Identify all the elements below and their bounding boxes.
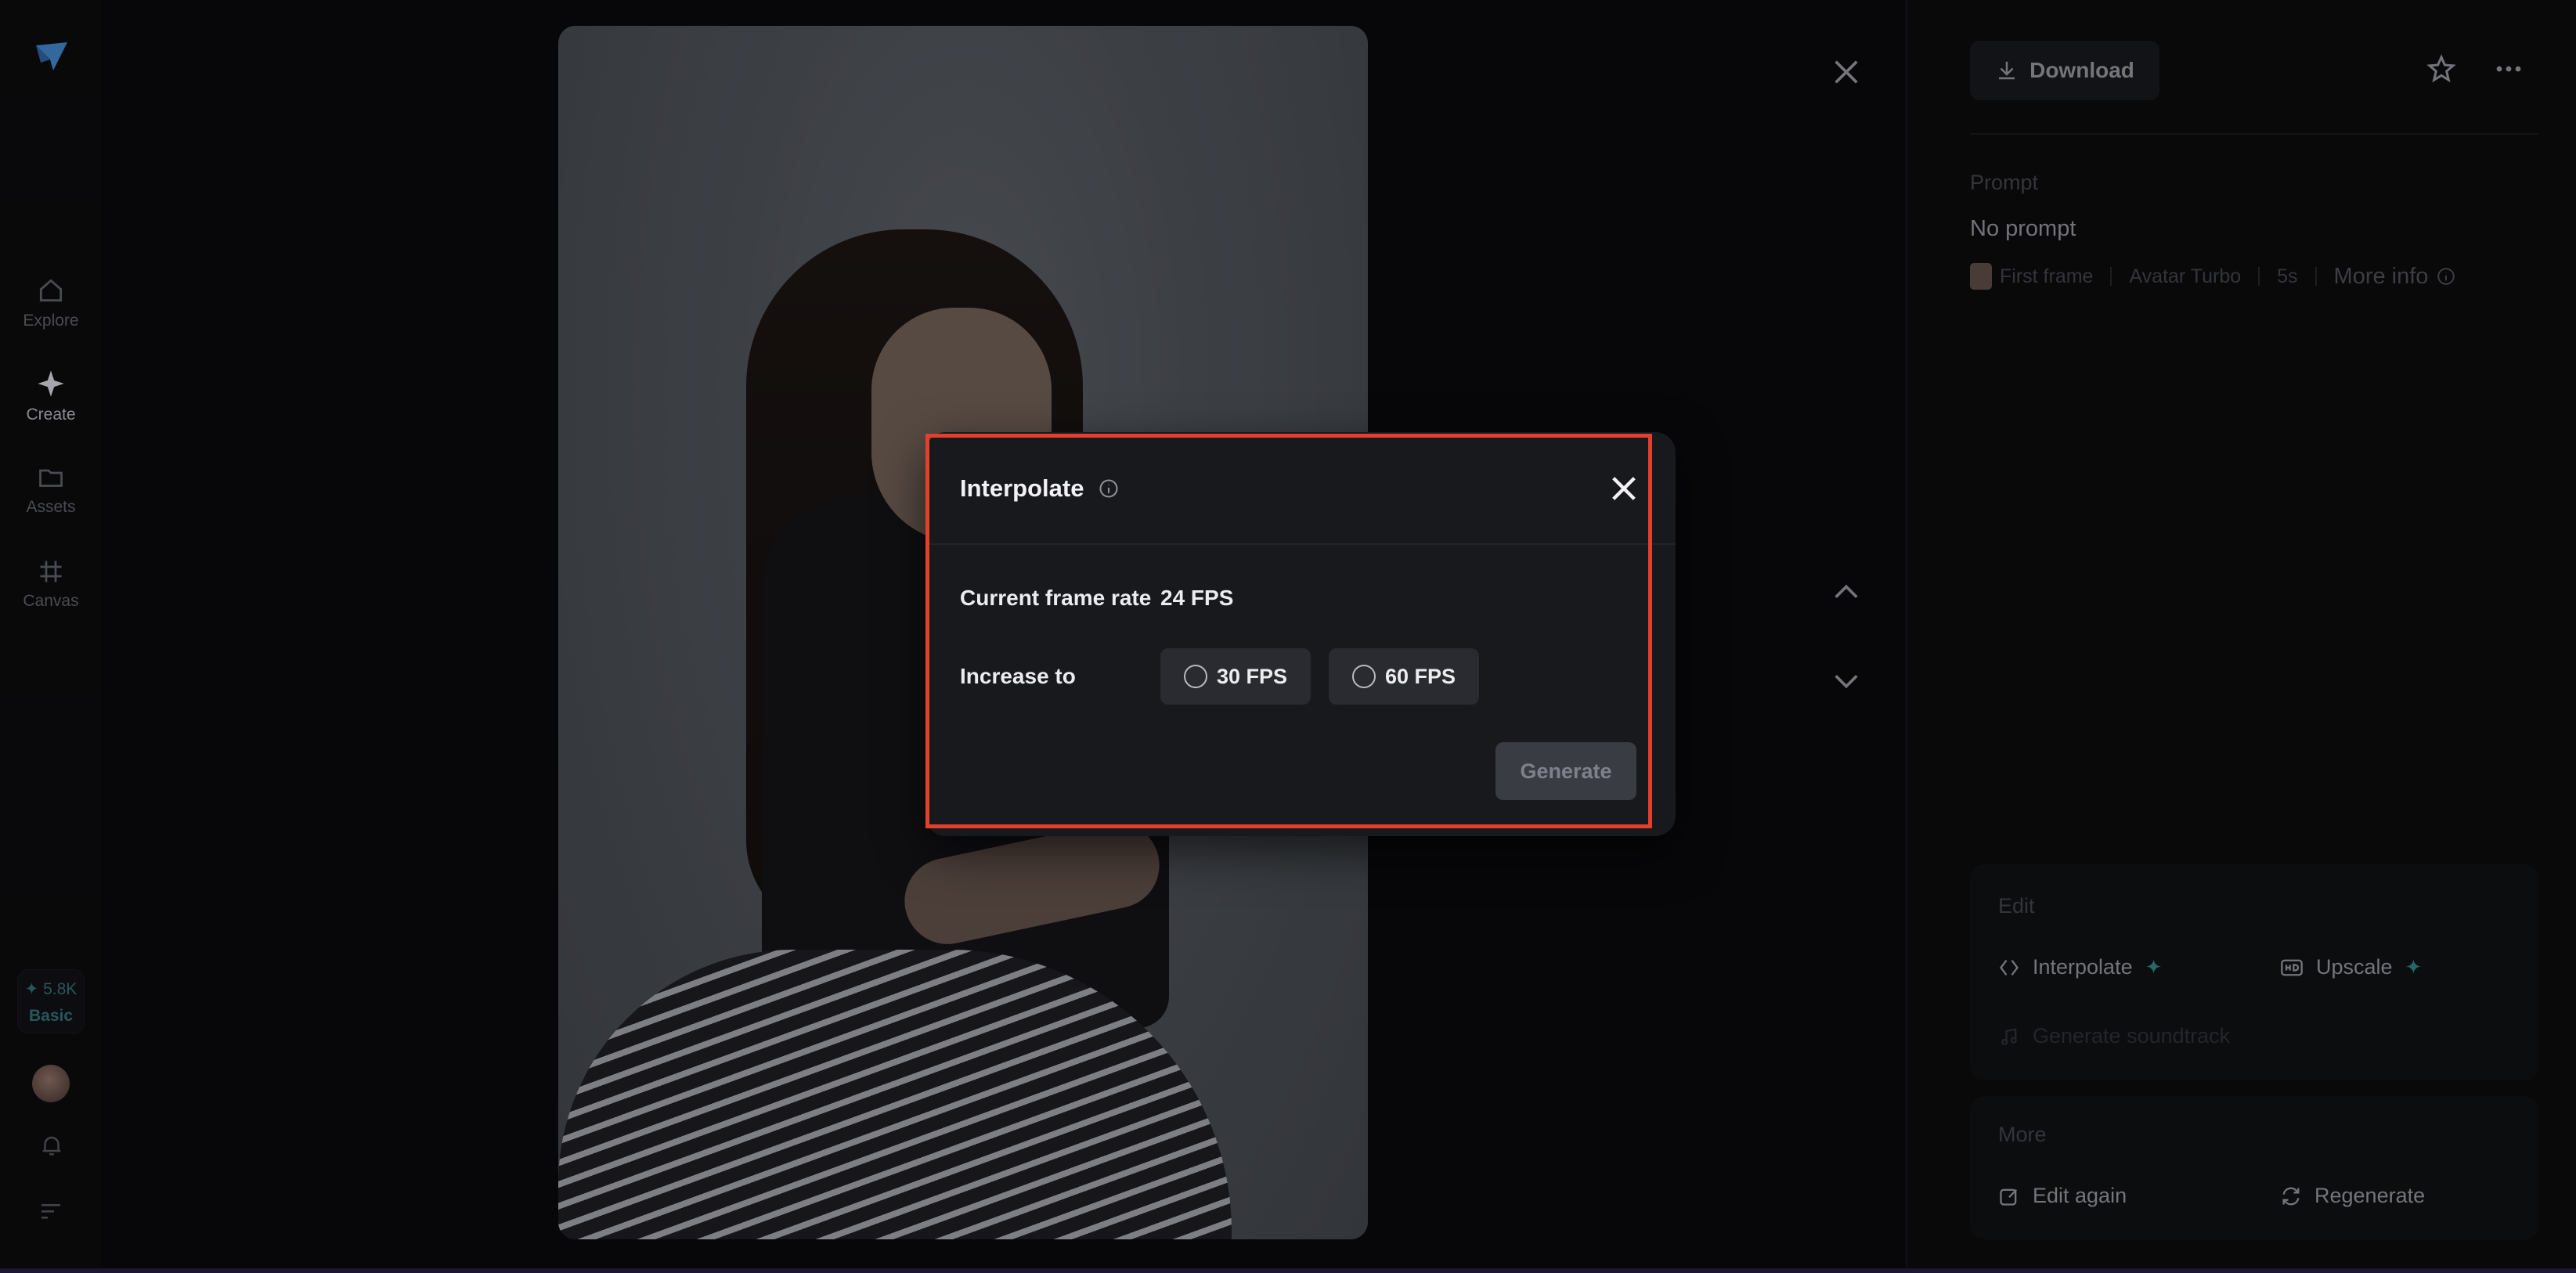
dialog-divider [925,543,1676,545]
bottom-edge [0,1268,2576,1273]
fps-option-60[interactable]: 60 FPS [1329,648,1480,705]
dialog-title: Interpolate [960,474,1120,503]
radio-button[interactable] [1352,665,1376,688]
dialog-title-text: Interpolate [960,474,1084,502]
increase-to-label: Increase to [960,664,1076,688]
current-frame-rate-value: 24 FPS [1160,586,1234,610]
interpolate-dialog: Interpolate Current frame rate 24 FPS In… [925,432,1676,836]
fps-option-60-label: 60 FPS [1385,664,1456,688]
fps-option-30[interactable]: 30 FPS [1160,648,1311,705]
close-dialog-icon[interactable] [1608,473,1640,504]
radio-button[interactable] [1184,665,1207,688]
current-frame-rate-label: Current frame rate [960,586,1152,610]
fps-option-30-label: 30 FPS [1217,664,1288,688]
info-icon[interactable] [1098,478,1120,499]
generate-button[interactable]: Generate [1495,742,1636,800]
